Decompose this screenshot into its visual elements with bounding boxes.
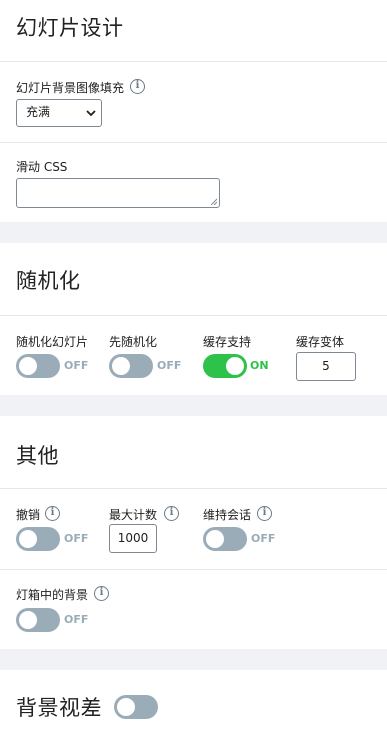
undo-label: 撤销 [16,508,41,522]
info-icon[interactable]: i [164,506,179,521]
max-count-input[interactable]: 1000 [109,524,157,553]
toggle-knob [206,530,224,548]
randomize-slides-label: 随机化幻灯片 [16,335,89,349]
randomize-first-label: 先随机化 [109,335,158,349]
toggle-knob [19,611,37,629]
slide-design-panel: 幻灯片设计 幻灯片背景图像填充 i 充满 滑动 CSS [0,0,387,222]
info-icon[interactable]: i [130,79,145,94]
slide-css-textarea[interactable] [16,178,220,208]
divider [0,315,387,316]
randomize-slides-toggle[interactable] [16,354,60,378]
toggle-knob [117,698,135,716]
keep-session-toggle[interactable] [203,527,247,551]
cache-support-state: ON [250,359,269,372]
chevron-down-icon [86,110,96,117]
bg-fill-label: 幻灯片背景图像填充 [16,81,125,95]
slide-css-label: 滑动 CSS [16,160,68,174]
lightbox-bg-toggle[interactable] [16,608,60,632]
other-panel: 其他 撤销 i OFF 最大计数 i 1000 维持会话 i OFF 灯箱中的背… [0,416,387,649]
divider [0,569,387,570]
info-icon[interactable]: i [94,586,109,601]
section-title-slide-design: 幻灯片设计 [16,16,124,40]
section-title-other: 其他 [16,444,59,468]
randomize-first-state: OFF [157,359,182,372]
lightbox-bg-label: 灯箱中的背景 [16,588,89,602]
divider [0,488,387,489]
parallax-toggle[interactable] [114,695,158,719]
parallax-panel: 背景视差 [0,670,387,734]
cache-support-toggle[interactable] [203,354,247,378]
info-icon[interactable]: i [45,506,60,521]
toggle-knob [226,357,244,375]
bg-fill-select[interactable]: 充满 [16,99,102,127]
toggle-knob [19,530,37,548]
toggle-knob [112,357,130,375]
keep-session-label: 维持会话 [203,508,252,522]
cache-support-label: 缓存支持 [203,335,252,349]
section-title-parallax: 背景视差 [16,696,102,720]
divider [0,61,387,62]
section-title-randomize: 随机化 [16,269,81,293]
divider [0,142,387,143]
cache-variants-label: 缓存变体 [296,335,345,349]
undo-state: OFF [64,532,89,545]
keep-session-state: OFF [251,532,276,545]
randomize-first-toggle[interactable] [109,354,153,378]
cache-variants-input[interactable]: 5 [296,352,356,381]
randomize-panel: 随机化 随机化幻灯片 OFF 先随机化 OFF 缓存支持 ON 缓存变体 5 [0,243,387,395]
max-count-label: 最大计数 [109,508,158,522]
lightbox-bg-state: OFF [64,613,89,626]
resize-grip-icon[interactable] [210,198,217,205]
toggle-knob [19,357,37,375]
bg-fill-selected-value: 充满 [26,105,51,119]
randomize-slides-state: OFF [64,359,89,372]
undo-toggle[interactable] [16,527,60,551]
info-icon[interactable]: i [257,506,272,521]
